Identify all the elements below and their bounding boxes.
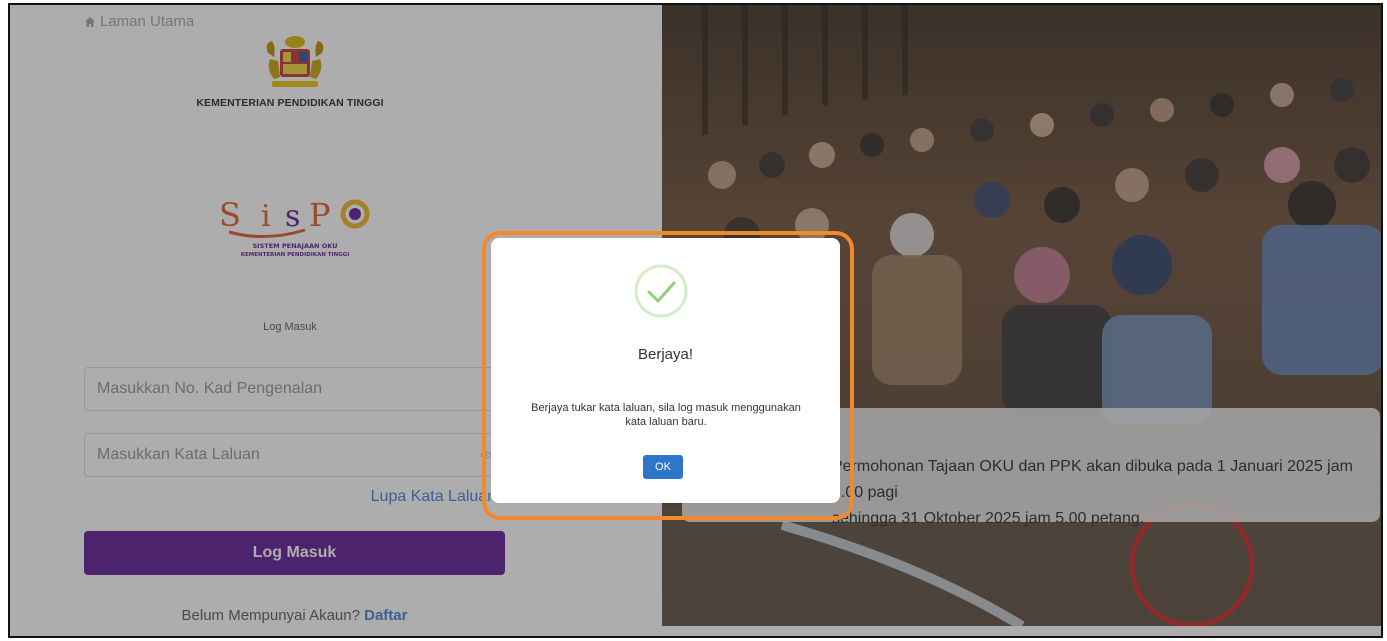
dialog-title: Berjaya!	[637, 346, 694, 363]
success-check-icon	[634, 264, 688, 318]
success-dialog: Berjaya! Berjaya tukar kata laluan, sila…	[491, 238, 840, 503]
browser-frame: Laman Utama KEMENTERIAN PENDIDIKAN TINGG…	[8, 3, 1383, 638]
ok-button[interactable]: OK	[643, 455, 683, 479]
dialog-message: Berjaya tukar kata laluan, sila log masu…	[531, 402, 801, 428]
